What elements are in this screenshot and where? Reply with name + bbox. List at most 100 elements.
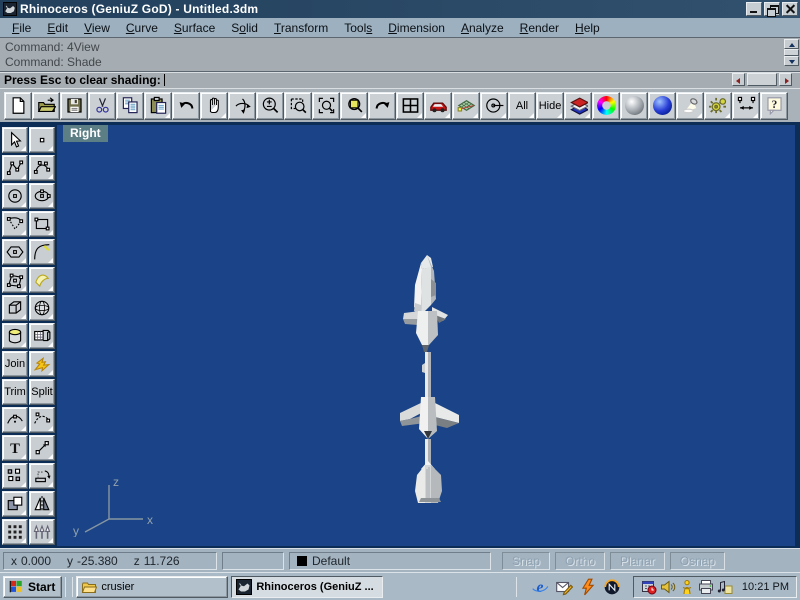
side-tool-arc-button[interactable]	[2, 211, 28, 237]
toolbar-save-button[interactable]	[60, 91, 88, 120]
side-tool-copy-objects-button[interactable]	[2, 463, 28, 489]
ie-icon[interactable]: e	[531, 578, 549, 596]
side-tool-select-button[interactable]	[2, 127, 28, 153]
side-tool-circle-button[interactable]	[2, 183, 28, 209]
side-tool-curve-edit-2-button[interactable]	[29, 407, 55, 433]
icq-tray-icon[interactable]	[679, 579, 695, 595]
toggle-ortho[interactable]: Ortho	[555, 551, 606, 570]
winamp-icon[interactable]	[579, 578, 597, 596]
minimize-button[interactable]	[746, 2, 762, 16]
rhino-app-icon[interactable]	[3, 2, 17, 16]
side-tool-join-button[interactable]: Join	[2, 351, 28, 377]
prompt-scrollbar[interactable]	[732, 73, 792, 86]
side-tool-fillet-button[interactable]	[29, 239, 55, 265]
side-tool-rotate-button[interactable]	[29, 463, 55, 489]
menu-tools[interactable]: Tools	[336, 19, 380, 37]
toolbar-spotlight-button[interactable]	[676, 91, 704, 120]
scroll-left-icon[interactable]	[732, 73, 745, 86]
toolbar-zoom-all-button[interactable]: All	[508, 91, 536, 120]
side-tool-rectangle-button[interactable]	[29, 211, 55, 237]
toggle-planar[interactable]: Planar	[610, 551, 665, 570]
side-tool-curve-button[interactable]	[29, 155, 55, 181]
side-tool-point-button[interactable]	[29, 127, 55, 153]
prompt-scroll-thumb[interactable]	[747, 73, 777, 86]
menu-help[interactable]: Help	[567, 19, 608, 37]
scheduler-tray-icon[interactable]	[641, 579, 657, 595]
printer-tray-icon[interactable]	[698, 579, 714, 595]
layer-color-swatch[interactable]	[297, 555, 307, 566]
toolbar-radius-tool-button[interactable]	[480, 91, 508, 120]
menu-surface[interactable]: Surface	[166, 19, 223, 37]
toolbar-open-button[interactable]	[32, 91, 60, 120]
toolbar-rotate-view-button[interactable]	[228, 91, 256, 120]
viewport-right[interactable]: Right z x y	[57, 125, 795, 546]
side-tool-extrude-button[interactable]	[29, 519, 55, 545]
toolbar-render-button[interactable]	[648, 91, 676, 120]
toolbar-zoom-selected-button[interactable]	[312, 91, 340, 120]
toolbar-paste-button[interactable]	[144, 91, 172, 120]
side-tool-polyline-button[interactable]	[2, 155, 28, 181]
task-crusier[interactable]: crusier	[76, 575, 229, 598]
menu-curve[interactable]: Curve	[118, 19, 166, 37]
toolbar-mesh-button[interactable]	[452, 91, 480, 120]
toolbar-options-button[interactable]	[704, 91, 732, 120]
toolbar-shade-button[interactable]	[620, 91, 648, 120]
toolbar-copy-button[interactable]	[116, 91, 144, 120]
toolbar-layers-button[interactable]	[564, 91, 592, 120]
menu-dimension[interactable]: Dimension	[380, 19, 453, 37]
menu-analyze[interactable]: Analyze	[453, 19, 512, 37]
toolbar-zoom-window-button[interactable]	[284, 91, 312, 120]
side-tool-text-button[interactable]: T	[2, 435, 28, 461]
layer-panel[interactable]: Default	[289, 551, 491, 570]
toolbar-color-picker-button[interactable]	[592, 91, 620, 120]
side-tool-scale-button[interactable]	[2, 491, 28, 517]
scroll-up-icon[interactable]	[784, 39, 799, 49]
side-tool-surface-points-button[interactable]	[2, 267, 28, 293]
toolbar-car-sample-button[interactable]	[424, 91, 452, 120]
side-tool-trim-button[interactable]: Trim	[2, 379, 28, 405]
scroll-thumb[interactable]	[784, 49, 799, 56]
toolbar-zoom-extents-button[interactable]	[340, 91, 368, 120]
command-prompt[interactable]: Press Esc to clear shading:	[0, 71, 800, 88]
start-button[interactable]: Start	[3, 575, 63, 598]
audnote-tray-icon[interactable]	[717, 579, 733, 595]
toolbar-pan-button[interactable]	[200, 91, 228, 120]
toolbar-zoom-button[interactable]	[256, 91, 284, 120]
side-tool-sphere-button[interactable]	[29, 295, 55, 321]
command-history[interactable]: Command: 4View Command: Shade	[0, 38, 800, 71]
toolbar-help-button[interactable]: ?	[760, 91, 788, 120]
restore-button[interactable]	[764, 2, 780, 17]
toolbar-viewport-layout-button[interactable]	[396, 91, 424, 120]
ship-model[interactable]	[398, 253, 462, 503]
side-tool-polygon-button[interactable]	[2, 239, 28, 265]
toolbar-hide-button[interactable]: Hide	[536, 91, 564, 120]
menu-solid[interactable]: Solid	[223, 19, 266, 37]
volume-tray-icon[interactable]	[660, 579, 676, 595]
netscape-icon[interactable]	[603, 578, 621, 596]
side-tool-solid-tools-button[interactable]	[29, 323, 55, 349]
scroll-down-icon[interactable]	[784, 56, 799, 66]
side-tool-mirror-button[interactable]	[29, 491, 55, 517]
side-tool-explode-button[interactable]	[29, 351, 55, 377]
task-rhinoceros[interactable]: Rhinoceros (GeniuZ ...	[231, 575, 384, 598]
side-tool-cylinder-button[interactable]	[2, 323, 28, 349]
side-tool-move-button[interactable]	[29, 435, 55, 461]
viewport-title[interactable]: Right	[63, 125, 108, 142]
mail-icon[interactable]	[555, 578, 574, 596]
side-tool-surface-tools-button[interactable]	[29, 267, 55, 293]
menu-file[interactable]: File	[4, 19, 39, 37]
side-tool-box-button[interactable]	[2, 295, 28, 321]
side-tool-array-button[interactable]	[2, 519, 28, 545]
toggle-osnap[interactable]: Osnap	[669, 551, 726, 570]
clock[interactable]: 10:21 PM	[742, 581, 789, 593]
toolbar-dimension-button[interactable]	[732, 91, 760, 120]
side-tool-ellipse-button[interactable]	[29, 183, 55, 209]
toggle-snap[interactable]: Snap	[502, 551, 551, 570]
toolbar-new-button[interactable]	[4, 91, 32, 120]
side-tool-curve-edit-1-button[interactable]	[2, 407, 28, 433]
close-button[interactable]	[782, 2, 798, 16]
toolbar-cut-button[interactable]	[88, 91, 116, 120]
toolbar-undo-button[interactable]	[172, 91, 200, 120]
side-tool-split-button[interactable]: Split	[29, 379, 55, 405]
menu-render[interactable]: Render	[512, 19, 567, 37]
